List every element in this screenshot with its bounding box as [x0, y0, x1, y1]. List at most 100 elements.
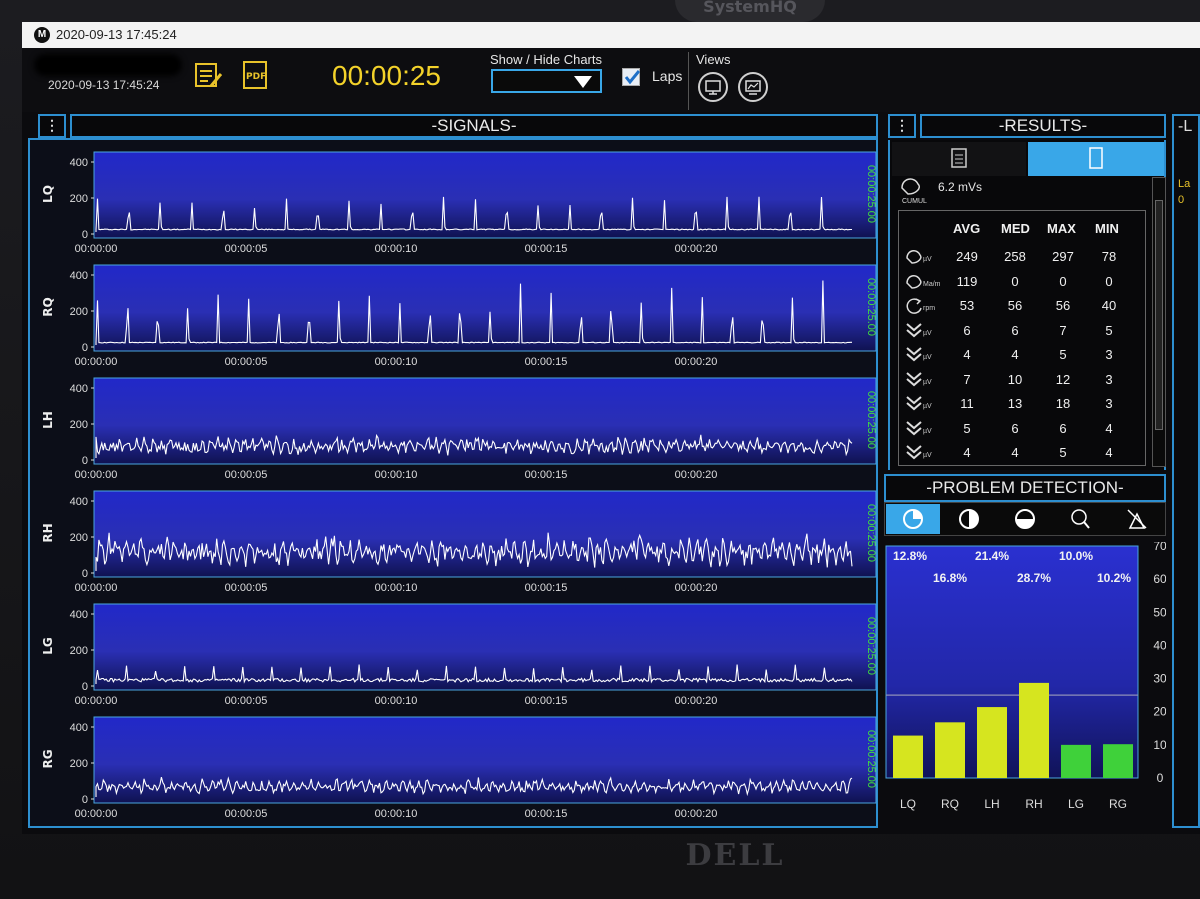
scrollbar-thumb[interactable] [1155, 200, 1163, 430]
y-tick-label: 30 [1153, 672, 1166, 686]
side-panel-title: -L [1178, 118, 1193, 135]
x-tick-label: 00:00:20 [675, 695, 718, 707]
bar-rh [1019, 682, 1049, 778]
result-cell: 78 [1101, 249, 1117, 264]
y-tick-label: 400 [70, 496, 88, 508]
signals-menu-button[interactable]: ⋮ [38, 114, 66, 138]
end-time-label: 00:00:25.00 [865, 617, 877, 675]
laps-label: Laps [652, 68, 683, 84]
signal-chart-lh: LH 400 200 0 00:00:25.00 00:00:00 00:00:05 00:0… [38, 374, 884, 486]
end-time-label: 00:00:25.00 [865, 391, 877, 449]
result-cell: 119 [956, 273, 978, 289]
y-tick-label: 0 [82, 455, 88, 467]
window-title: 2020-09-13 17:45:24 [56, 27, 177, 42]
channel-label: LH [41, 411, 55, 429]
y-tick-label: 0 [82, 568, 88, 580]
channel-label: RG [41, 749, 55, 768]
view-chart-button[interactable] [738, 72, 768, 102]
y-tick-label: 400 [70, 722, 88, 734]
half-circle-icon [1015, 509, 1035, 529]
side-panel-value: 0 [1178, 194, 1185, 206]
tab-no-signal[interactable] [1110, 504, 1164, 534]
end-time-label: 00:00:25.00 [865, 278, 877, 336]
result-cell: 5 [1059, 445, 1067, 460]
result-cell: 6 [963, 322, 971, 338]
y-tick-label: 50 [1153, 605, 1166, 619]
x-tick-label: 00:00:15 [525, 582, 568, 594]
y-tick-label: 0 [82, 681, 88, 693]
result-cell: 6 [1059, 420, 1067, 436]
unit-label: µV [923, 329, 932, 337]
chevron-down-icon [574, 76, 592, 88]
laps-checkbox[interactable] [622, 68, 640, 86]
session-timer: 00:00:25 [332, 60, 441, 91]
show-hide-charts-dropdown[interactable] [491, 69, 602, 93]
x-tick-label: 00:00:00 [75, 243, 118, 255]
result-cell: 258 [1004, 249, 1026, 264]
result-cell: 0 [1011, 273, 1019, 289]
signal-plot: LQ 400 200 0 00:00:25.00 00:00:00 00:00:05 00:0… [41, 151, 877, 255]
end-time-label: 00:00:25.00 [865, 165, 877, 223]
muscle-icon [901, 178, 920, 195]
result-cell: 13 [1007, 396, 1023, 411]
view-monitor-button[interactable] [698, 72, 728, 102]
tab-pie[interactable] [886, 504, 940, 534]
x-tick-label: 00:00:15 [525, 356, 568, 368]
results-scrollbar[interactable] [1152, 177, 1166, 467]
plot-area [93, 151, 877, 239]
result-cell: 4 [1105, 420, 1113, 436]
x-tick-label: 00:00:10 [375, 808, 418, 820]
tab-contrast[interactable] [942, 504, 996, 534]
x-tick-label: 00:00:00 [75, 695, 118, 707]
result-cell: 18 [1055, 396, 1071, 411]
photo-stage: SystemHQ M 2020-09-13 17:45:24 2020-09-1… [0, 0, 1200, 899]
monitor-icon [705, 80, 721, 95]
x-tick-label: 00:00:05 [225, 243, 268, 255]
y-tick-label: 0 [82, 794, 88, 806]
col-header-med: MED [1001, 221, 1030, 236]
y-tick-label: 400 [70, 157, 88, 169]
x-tick-label: 00:00:15 [525, 469, 568, 481]
result-cell: 0 [1059, 273, 1067, 289]
end-time-label: 00:00:25.00 [865, 504, 877, 562]
result-cell: 4 [1011, 445, 1019, 460]
data-label: 21.4% [975, 549, 1009, 563]
notes-icon[interactable] [194, 60, 223, 90]
note-page-icon [1089, 147, 1103, 169]
result-cell: 56 [1055, 298, 1071, 313]
cumul-value: 6.2 mVs [938, 180, 983, 194]
col-header-max: MAX [1047, 221, 1076, 236]
x-tick-label: 00:00:15 [525, 243, 568, 255]
x-tick-label: 00:00:05 [225, 356, 268, 368]
unit-label: Ma/m [923, 280, 941, 288]
result-cell: 7 [1059, 322, 1067, 338]
app-window: M 2020-09-13 17:45:24 2020-09-13 17:45:2… [22, 22, 1200, 834]
document-icon [951, 148, 967, 168]
tab-half-circle[interactable] [998, 504, 1052, 534]
signals-panel: LQ 400 200 0 00:00:25.00 00:00:00 00:00:05 00:0… [28, 138, 878, 828]
result-cell: 297 [1052, 249, 1074, 264]
results-menu-button[interactable]: ⋮ [888, 114, 916, 138]
unit-label: µV [923, 256, 932, 263]
data-label: 10.0% [1059, 549, 1093, 563]
app-icon: M [34, 27, 50, 43]
pdf-export-icon[interactable]: PDF [242, 60, 270, 90]
x-tick-label: 00:00:20 [675, 243, 718, 255]
result-cell: 249 [956, 249, 978, 264]
y-tick-label: 200 [70, 193, 88, 205]
category-label: LH [984, 797, 999, 811]
tab-search-warning[interactable] [1054, 504, 1108, 534]
result-cell: 53 [959, 298, 975, 313]
x-tick-label: 00:00:05 [225, 582, 268, 594]
cumul-label: CUMUL [902, 198, 927, 205]
result-cell: 4 [963, 347, 971, 362]
unit-label: µV [923, 378, 932, 386]
x-tick-label: 00:00:00 [75, 469, 118, 481]
x-tick-label: 00:00:10 [375, 695, 418, 707]
y-tick-label: 0 [82, 229, 88, 241]
x-tick-label: 00:00:05 [225, 469, 268, 481]
tab-notes[interactable] [1028, 142, 1164, 176]
bar-lg [1061, 744, 1091, 778]
tab-report[interactable] [892, 142, 1026, 176]
y-tick-label: 70 [1153, 542, 1166, 553]
